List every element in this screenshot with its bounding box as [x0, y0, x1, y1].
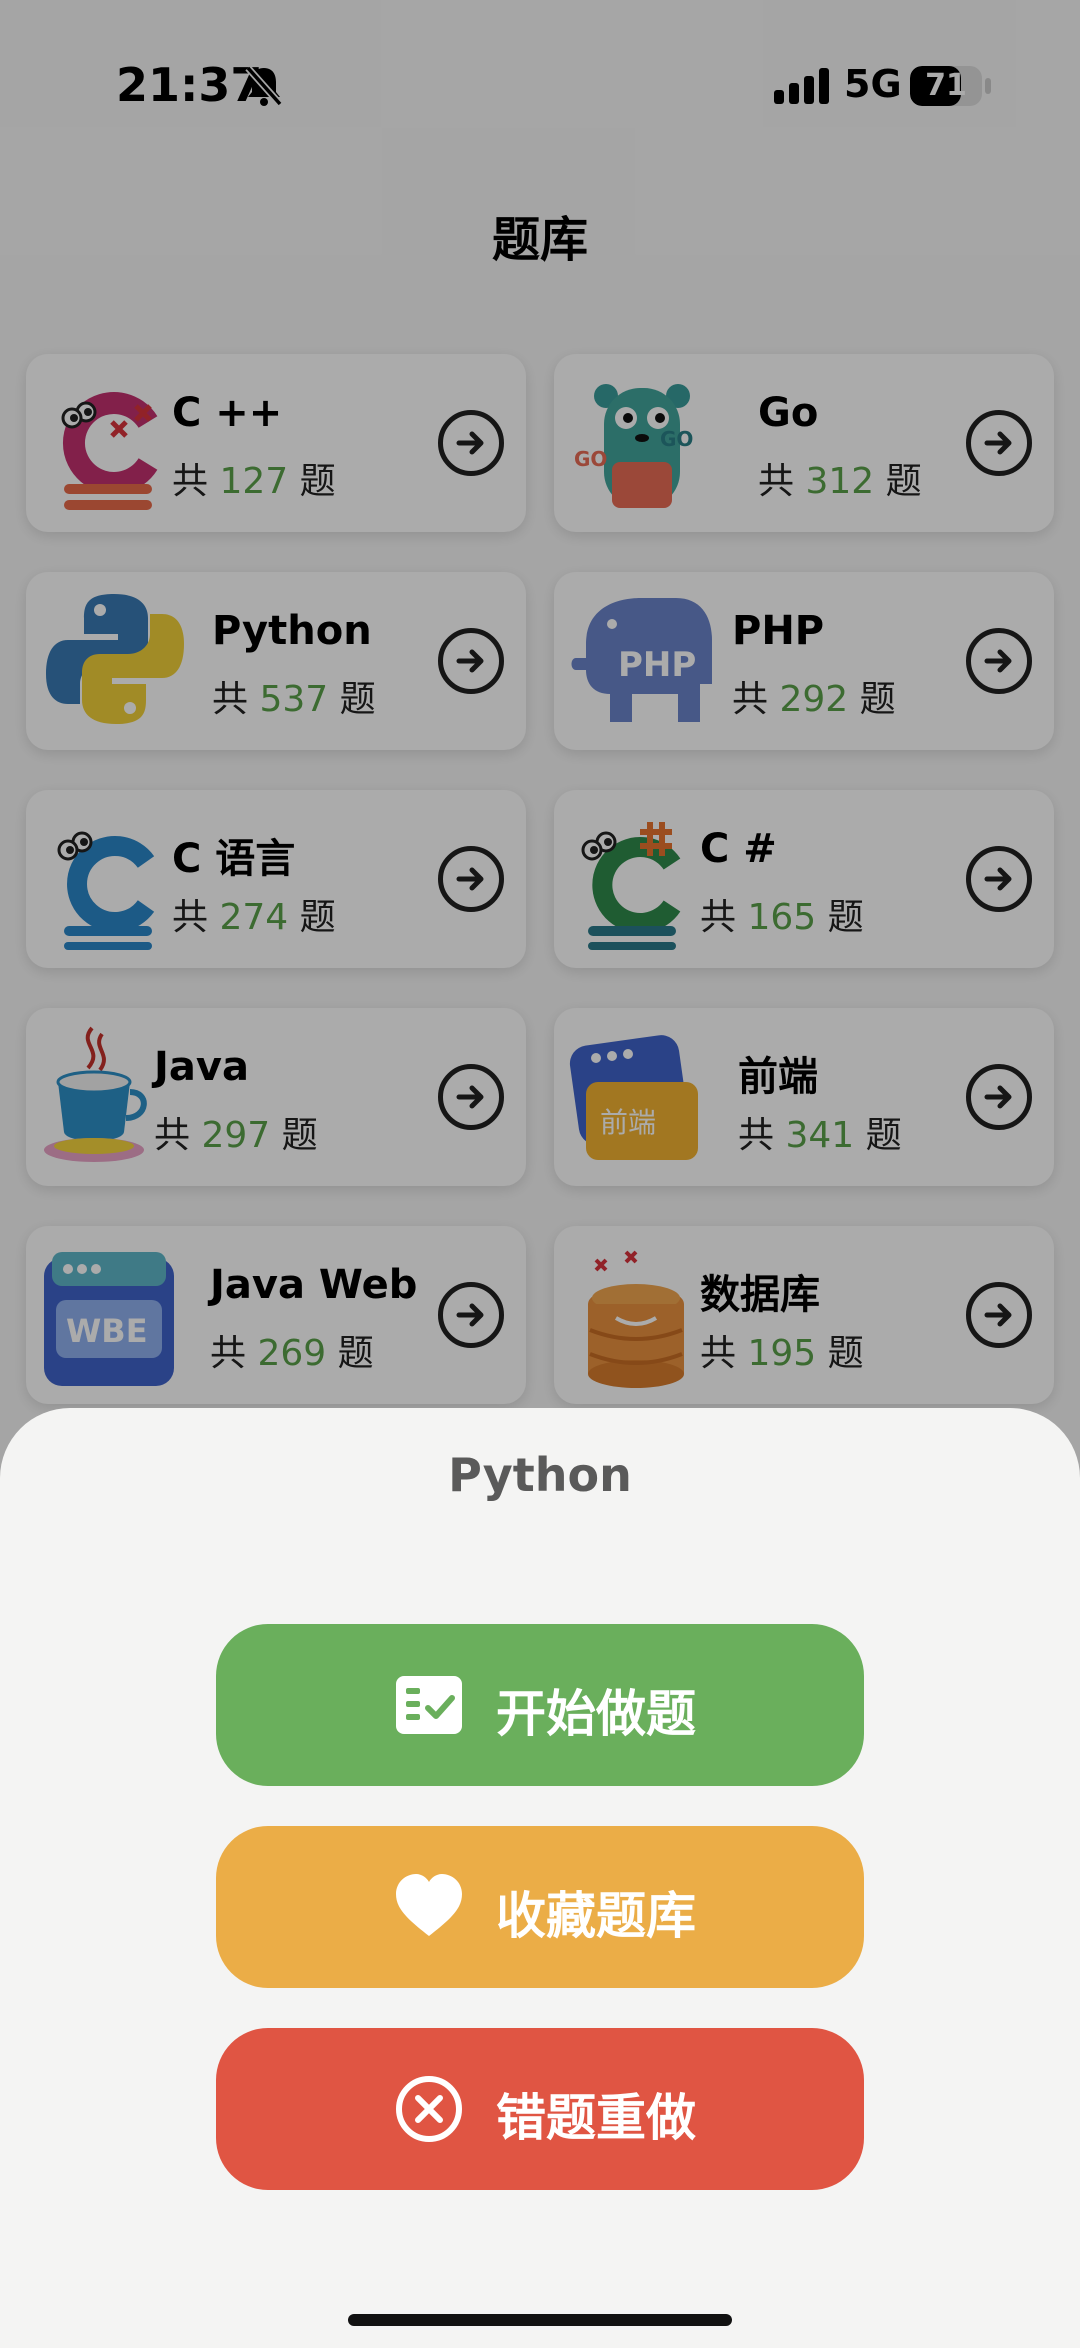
favorite-bank-label: 收藏题库	[496, 1887, 696, 1945]
checklist-icon	[396, 1676, 462, 1734]
circle-x-icon	[396, 2076, 462, 2142]
redo-mistakes-label: 错题重做	[496, 2089, 696, 2147]
favorite-bank-button[interactable]: 收藏题库	[216, 1826, 864, 1988]
heart-icon	[396, 1874, 462, 1936]
action-sheet: Python 开始做题 收藏题库 错题重做	[0, 1408, 1080, 2348]
redo-mistakes-button[interactable]: 错题重做	[216, 2028, 864, 2190]
start-practice-label: 开始做题	[496, 1685, 696, 1743]
sheet-title: Python	[448, 1448, 632, 1502]
start-practice-button[interactable]: 开始做题	[216, 1624, 864, 1786]
home-indicator[interactable]	[348, 2314, 732, 2326]
